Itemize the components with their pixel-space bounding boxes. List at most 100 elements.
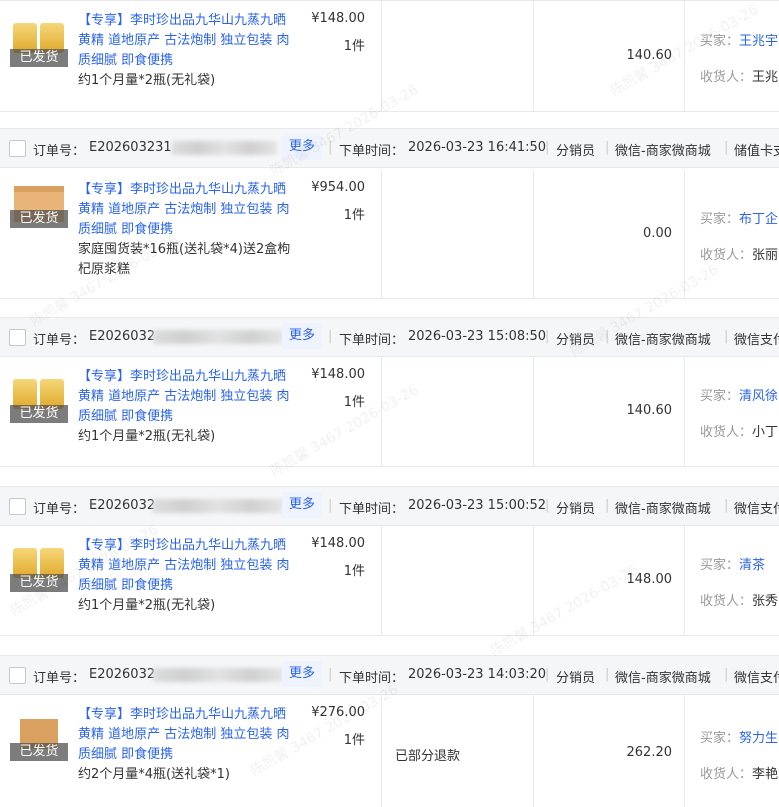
- receiver-name: 小丁: [752, 425, 779, 440]
- redacted-order-no: [153, 330, 283, 344]
- order-no-value: E2026032: [89, 667, 156, 682]
- separator: |: [328, 329, 333, 344]
- order-header: 订单号： E2026032 更多 | 下单时间： 2026-03-23 15:08:50 |…: [0, 317, 779, 357]
- order-source: 分销员: [556, 502, 596, 517]
- receiver-label: 收货人：: [700, 247, 753, 263]
- quantity: 1件: [343, 39, 365, 54]
- product-spec: 约1个月量*2瓶(无礼袋): [78, 598, 216, 613]
- order-source: 分销员: [556, 333, 596, 348]
- column-divider: [533, 695, 534, 807]
- redacted-order-no: [153, 668, 283, 682]
- order-time-value: 2026-03-23 15:00:52: [408, 498, 547, 513]
- column-divider: [684, 526, 685, 635]
- receiver-info: 收货人：张秀: [700, 590, 778, 609]
- order-source: 分销员: [556, 144, 596, 159]
- separator: |: [605, 667, 610, 682]
- paid-amount: 148.00: [626, 572, 673, 587]
- order-no-label: 订单号：: [33, 502, 86, 517]
- order-time-value: 2026-03-23 16:41:50: [408, 140, 547, 155]
- order-channel: 微信-商家微商城: [615, 671, 711, 686]
- more-button[interactable]: 更多: [282, 134, 322, 160]
- separator: |: [605, 140, 610, 155]
- paid-amount: 140.60: [626, 48, 673, 63]
- order-time-label: 下单时间：: [339, 671, 405, 686]
- buyer-info: 买家：清风徐: [700, 385, 778, 404]
- buyer-name-link[interactable]: 努力生: [739, 731, 778, 746]
- receiver-label: 收货人：: [700, 425, 753, 440]
- product-image[interactable]: 已发货: [10, 713, 68, 761]
- separator: |: [724, 667, 729, 682]
- quantity: 1件: [343, 208, 365, 223]
- buyer-label: 买家：: [700, 558, 740, 573]
- more-button[interactable]: 更多: [282, 661, 322, 687]
- separator: |: [328, 667, 333, 682]
- order-source: 分销员: [556, 671, 596, 686]
- unit-price: ¥148.00: [311, 536, 365, 551]
- product-spec: 约1个月量*2瓶(无礼袋): [78, 429, 216, 444]
- payment-method: 微信支付: [734, 333, 779, 348]
- product-image[interactable]: 已发货: [10, 544, 68, 592]
- more-button[interactable]: 更多: [282, 492, 322, 518]
- column-divider: [533, 526, 534, 635]
- quantity: 1件: [343, 733, 365, 748]
- shipped-badge: 已发货: [10, 405, 68, 423]
- product-spec: 约1个月量*2瓶(无礼袋): [78, 73, 216, 88]
- separator: |: [328, 498, 333, 513]
- receiver-name: 王兆: [752, 70, 779, 85]
- shipped-badge: 已发货: [10, 574, 68, 592]
- receiver-info: 收货人：小丁: [700, 421, 778, 440]
- product-spec: 家庭囤货装*16瓶(送礼袋*4)送2盒枸杞原浆糕: [78, 242, 291, 277]
- receiver-label: 收货人：: [700, 766, 753, 782]
- receiver-name: 李艳: [752, 766, 779, 782]
- select-order-checkbox[interactable]: [9, 329, 26, 346]
- separator: |: [545, 140, 550, 155]
- order-channel: 微信-商家微商城: [615, 333, 711, 348]
- order-header: 订单号： E2026032 更多 | 下单时间： 2026-03-23 15:00:52 |…: [0, 486, 779, 526]
- order-item-row: 已发货 【专享】李时珍出品九华山九蒸九晒黄精 道地原产 古法炮制 独立包装 肉质细…: [0, 170, 779, 299]
- select-order-checkbox[interactable]: [9, 498, 26, 515]
- product-title-link[interactable]: 【专享】李时珍出品九华山九蒸九晒黄精 道地原产 古法炮制 独立包装 肉质细腻 即…: [78, 180, 293, 240]
- select-order-checkbox[interactable]: [9, 667, 26, 684]
- buyer-info: 买家：布丁企: [700, 208, 778, 227]
- unit-price: ¥148.00: [311, 11, 365, 26]
- quantity: 1件: [343, 564, 365, 579]
- order-time-value: 2026-03-23 15:08:50: [408, 329, 547, 344]
- product-image[interactable]: 已发货: [10, 375, 68, 423]
- buyer-name-link[interactable]: 清茶: [739, 558, 765, 573]
- product-title-link[interactable]: 【专享】李时珍出品九华山九蒸九晒黄精 道地原产 古法炮制 独立包装 肉质细腻 即…: [78, 536, 293, 596]
- buyer-name-link[interactable]: 布丁企: [739, 212, 778, 227]
- payment-method: 微信支付: [734, 502, 779, 517]
- column-divider: [381, 1, 382, 111]
- column-divider: [533, 170, 534, 298]
- product-title-link[interactable]: 【专享】李时珍出品九华山九蒸九晒黄精 道地原产 古法炮制 独立包装 肉质细腻 即…: [78, 367, 293, 427]
- separator: |: [605, 498, 610, 513]
- column-divider: [684, 170, 685, 298]
- redacted-order-no: [172, 141, 277, 155]
- product-image[interactable]: 已发货: [10, 180, 68, 228]
- separator: |: [724, 140, 729, 155]
- unit-price: ¥276.00: [311, 705, 365, 720]
- refund-status: 已部分退款: [395, 748, 461, 764]
- select-order-checkbox[interactable]: [9, 140, 26, 157]
- unit-price: ¥954.00: [311, 180, 365, 195]
- separator: |: [545, 667, 550, 682]
- buyer-label: 买家：: [700, 730, 740, 746]
- more-button[interactable]: 更多: [282, 323, 322, 349]
- order-no-label: 订单号：: [33, 333, 86, 348]
- column-divider: [381, 357, 382, 466]
- buyer-name-link[interactable]: 清风徐: [739, 389, 778, 404]
- order-no-value: E202603231: [89, 140, 172, 155]
- order-header: 订单号： E2026032 更多 | 下单时间： 2026-03-23 14:03:20 |…: [0, 655, 779, 695]
- order-item-row: 已发货 【专享】李时珍出品九华山九蒸九晒黄精 道地原产 古法炮制 独立包装 肉质细…: [0, 695, 779, 807]
- product-title-link[interactable]: 【专享】李时珍出品九华山九蒸九晒黄精 道地原产 古法炮制 独立包装 肉质细腻 即…: [78, 11, 293, 71]
- order-item-row: 已发货 【专享】李时珍出品九华山九蒸九晒黄精 道地原产 古法炮制 独立包装 肉质细…: [0, 357, 779, 467]
- order-no-label: 订单号：: [33, 144, 86, 159]
- redacted-order-no: [153, 499, 283, 513]
- column-divider: [533, 357, 534, 466]
- paid-amount: 0.00: [643, 225, 672, 241]
- column-divider: [381, 526, 382, 635]
- product-title-link[interactable]: 【专享】李时珍出品九华山九蒸九晒黄精 道地原产 古法炮制 独立包装 肉质细腻 即…: [78, 705, 293, 765]
- receiver-label: 收货人：: [700, 594, 753, 609]
- product-image[interactable]: 已发货: [10, 19, 68, 67]
- buyer-name-link[interactable]: 王兆宇: [739, 34, 778, 49]
